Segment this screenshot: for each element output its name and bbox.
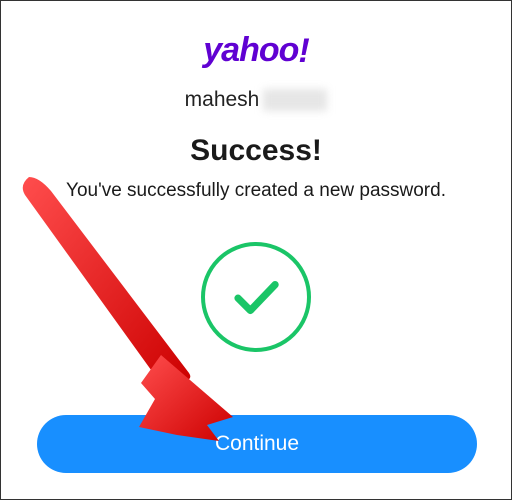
username-redacted [263, 89, 327, 111]
username-text: mahesh [185, 88, 260, 112]
page-subtext: You've successfully created a new passwo… [66, 180, 446, 202]
checkmark-icon [229, 270, 283, 324]
username-display: mahesh [185, 88, 328, 112]
success-indicator [201, 242, 311, 352]
continue-button[interactable]: Continue [37, 415, 477, 473]
logo-text: yahoo [203, 31, 298, 69]
logo-bang: ! [298, 32, 308, 71]
yahoo-logo: yahoo! [203, 31, 308, 70]
page-title: Success! [190, 134, 322, 168]
